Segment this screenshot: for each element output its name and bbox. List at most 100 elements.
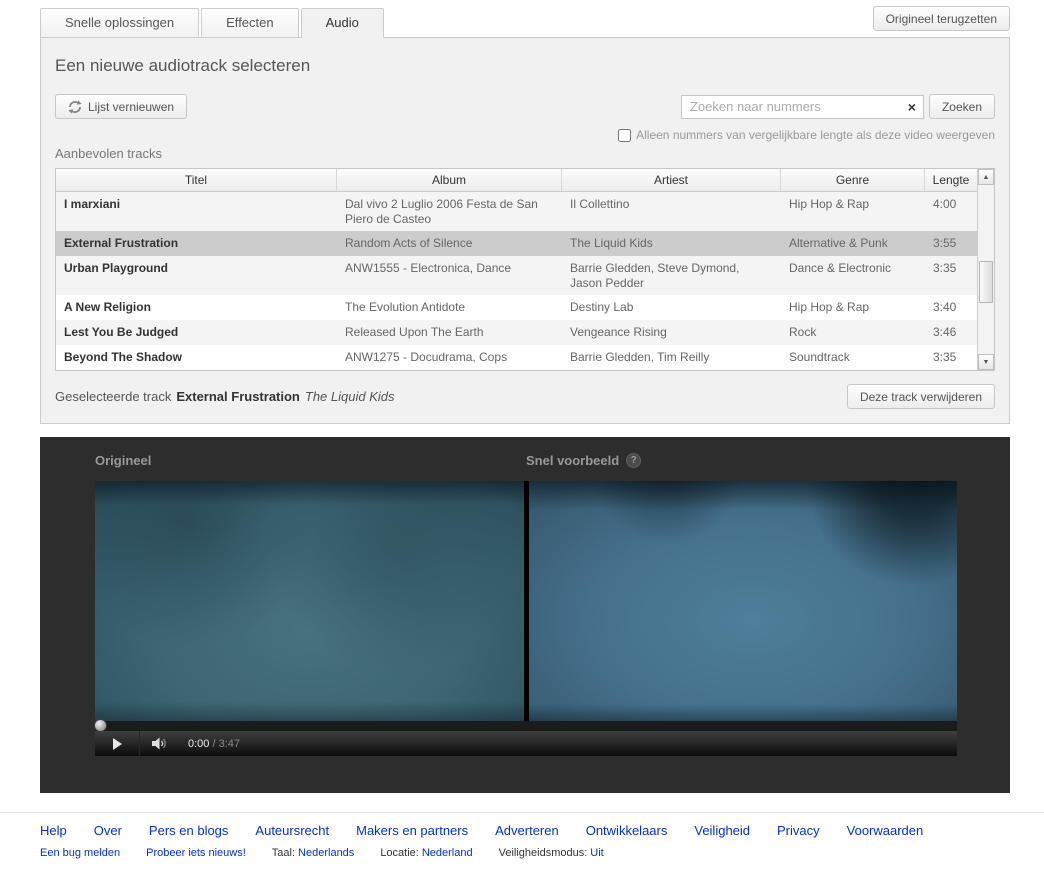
cell-genre: Soundtrack (789, 350, 850, 364)
footer-link-help[interactable]: Help (40, 823, 67, 838)
tracks-table: Titel Album Artiest Genre Lengte I marxi… (55, 168, 995, 371)
cell-genre: Alternative & Punk (789, 236, 888, 250)
remove-track-button[interactable]: Deze track verwijderen (846, 384, 995, 409)
cell-genre: Hip Hop & Rap (789, 197, 870, 211)
search-area: × Zoeken (680, 94, 995, 119)
table-row-selected[interactable]: External Frustration Random Acts of Sile… (56, 231, 977, 256)
cell-length: 3:46 (933, 325, 957, 339)
tab-bar: Snelle oplossingen Effecten Audio Origin… (0, 0, 1044, 38)
length-filter-row: Alleen nummers van vergelijkbare lengte … (55, 128, 995, 142)
table-row[interactable]: A New Religion The Evolution Antidote De… (56, 295, 977, 320)
tracks-table-main: Titel Album Artiest Genre Lengte I marxi… (56, 169, 977, 370)
safety-setting: Veiligheidsmodus: Uit (499, 847, 604, 859)
scroll-down-icon[interactable]: ▼ (978, 354, 994, 370)
cell-artist: Barrie Gledden, Tim Reilly (570, 350, 710, 364)
safety-link[interactable]: Uit (590, 847, 603, 859)
recommended-tracks-label: Aanbevolen tracks (55, 146, 162, 161)
length-filter-label: Alleen nummers van vergelijkbare lengte … (636, 128, 995, 142)
toolbar: Lijst vernieuwen × Zoeken (55, 94, 995, 119)
cell-title: I marxiani (64, 197, 121, 211)
language-link[interactable]: Nederlands (298, 847, 354, 859)
header-album[interactable]: Album (337, 169, 562, 191)
footer-link-pers[interactable]: Pers en blogs (149, 823, 229, 838)
preview-video-frame (528, 481, 957, 721)
seek-handle[interactable] (94, 719, 107, 732)
footer-link-adverteren[interactable]: Adverteren (495, 823, 559, 838)
cell-title: Urban Playground (64, 261, 169, 275)
cell-artist: The Liquid Kids (570, 236, 653, 250)
time-total: 3:47 (218, 737, 241, 750)
length-filter-checkbox[interactable] (618, 128, 632, 142)
search-button[interactable]: Zoeken (928, 94, 995, 119)
table-row[interactable]: Lest You Be Judged Released Upon The Ear… (56, 320, 977, 345)
footer-link-makers[interactable]: Makers en partners (356, 823, 468, 838)
time-current: 0:00 (188, 737, 210, 750)
selected-track-title: External Frustration (176, 389, 300, 404)
footer-link-privacy[interactable]: Privacy (777, 823, 820, 838)
footer-link-ontwikkelaars[interactable]: Ontwikkelaars (586, 823, 668, 838)
cell-album: ANW1555 - Electronica, Dance (345, 261, 512, 275)
help-icon[interactable]: ? (626, 453, 642, 468)
header-lengte[interactable]: Lengte (925, 169, 977, 191)
cell-artist: Destiny Lab (570, 300, 634, 314)
cell-album: Random Acts of Silence (345, 236, 473, 250)
scroll-up-icon[interactable]: ▲ (978, 169, 994, 185)
preview-labels: Origineel Snel voorbeeld ? (95, 453, 957, 468)
panel-title: Een nieuwe audiotrack selecteren (55, 56, 311, 75)
video-frames (95, 481, 957, 721)
cell-length: 3:55 (933, 236, 957, 250)
video-player: 0:00 / 3:47 (94, 481, 957, 756)
location-label: Locatie: (380, 847, 419, 859)
search-input[interactable] (687, 98, 907, 115)
restore-original-button[interactable]: Origineel terugzetten (872, 6, 1010, 31)
volume-button[interactable] (140, 731, 180, 756)
header-artiest[interactable]: Artiest (562, 169, 781, 191)
search-box: × (680, 94, 924, 119)
clear-search-icon[interactable]: × (907, 99, 917, 115)
location-link[interactable]: Nederland (422, 847, 473, 859)
quick-preview-label-wrap: Snel voorbeeld ? (526, 453, 957, 468)
table-scrollbar[interactable]: ▲ ▼ (977, 169, 994, 370)
table-row[interactable]: Beyond The Shadow ANW1275 - Docudrama, C… (56, 345, 977, 370)
cell-artist: Barrie Gledden, Steve Dymond, Jason Pedd… (570, 261, 740, 290)
footer-link-bug[interactable]: Een bug melden (40, 847, 120, 859)
tab-audio[interactable]: Audio (300, 8, 384, 38)
selected-track-artist: The Liquid Kids (304, 389, 395, 404)
play-button[interactable] (95, 731, 140, 756)
cell-album: The Evolution Antidote (345, 300, 466, 314)
selected-track-info: Geselecteerde track External Frustration T… (55, 389, 395, 404)
scrollbar-thumb[interactable] (979, 261, 993, 304)
header-titel[interactable]: Titel (56, 169, 337, 191)
refresh-list-label: Lijst vernieuwen (88, 99, 175, 114)
cell-genre: Dance & Electronic (789, 261, 892, 275)
time-separator: / (212, 737, 216, 750)
cell-length: 3:35 (933, 350, 957, 364)
refresh-icon (68, 99, 82, 114)
audio-panel: Een nieuwe audiotrack selecteren Lijst v… (40, 37, 1010, 424)
cell-length: 4:00 (933, 197, 957, 211)
footer-link-over[interactable]: Over (94, 823, 122, 838)
cell-album: Dal vivo 2 Luglio 2006 Festa de San Pier… (345, 197, 538, 226)
footer-link-nieuws[interactable]: Probeer iets nieuws! (146, 847, 246, 859)
safety-label: Veiligheidsmodus: (498, 847, 588, 859)
table-header-row: Titel Album Artiest Genre Lengte (56, 169, 977, 192)
header-genre[interactable]: Genre (781, 169, 925, 191)
cell-album: Released Upon The Earth (345, 325, 484, 339)
selected-track-row: Geselecteerde track External Frustration T… (55, 384, 995, 409)
cell-title: Lest You Be Judged (64, 325, 179, 339)
seek-bar[interactable] (94, 719, 957, 732)
tabs: Snelle oplossingen Effecten Audio (40, 8, 1010, 38)
quick-preview-label: Snel voorbeeld (526, 453, 620, 468)
tab-snelle-oplossingen[interactable]: Snelle oplossingen (40, 8, 200, 38)
original-video-frame (95, 481, 524, 721)
footer-link-auteursrecht[interactable]: Auteursrecht (255, 823, 329, 838)
footer-links: Help Over Pers en blogs Auteursrecht Mak… (40, 823, 1004, 838)
refresh-list-button[interactable]: Lijst vernieuwen (55, 94, 188, 119)
footer-link-voorwaarden[interactable]: Voorwaarden (847, 823, 924, 838)
table-row[interactable]: Urban Playground ANW1555 - Electronica, … (56, 256, 977, 295)
volume-icon (151, 737, 169, 750)
table-row[interactable]: I marxiani Dal vivo 2 Luglio 2006 Festa … (56, 192, 977, 231)
cell-length: 3:40 (933, 300, 957, 314)
tab-effecten[interactable]: Effecten (201, 8, 299, 38)
footer-link-veiligheid[interactable]: Veiligheid (694, 823, 750, 838)
